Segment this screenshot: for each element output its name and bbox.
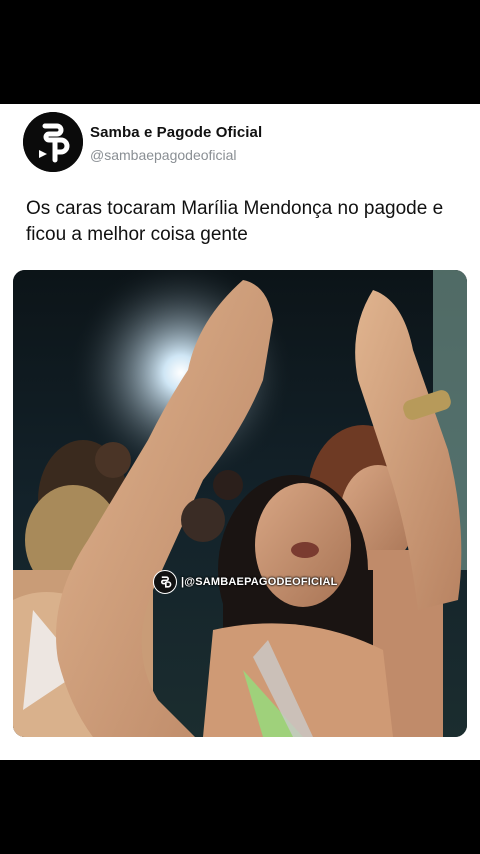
media-watermark: |@SAMBAEPAGODEOFICIAL [153, 570, 338, 594]
samba-pagode-logo-icon [23, 112, 83, 172]
author-handle[interactable]: @sambaepagodeoficial [90, 147, 237, 163]
post-text: Os caras tocaram Marília Mendonça no pag… [26, 198, 444, 245]
post-card: Samba e Pagode Oficial @sambaepagodeofic… [0, 104, 480, 760]
screen: Samba e Pagode Oficial @sambaepagodeofic… [0, 0, 480, 854]
watermark-logo-icon [153, 570, 177, 594]
author-name[interactable]: Samba e Pagode Oficial [90, 124, 262, 141]
watermark-text: |@SAMBAEPAGODEOFICIAL [181, 576, 338, 588]
concert-photo-icon [13, 270, 467, 737]
profile-avatar[interactable] [23, 112, 83, 172]
post-media[interactable]: |@SAMBAEPAGODEOFICIAL [13, 270, 467, 737]
